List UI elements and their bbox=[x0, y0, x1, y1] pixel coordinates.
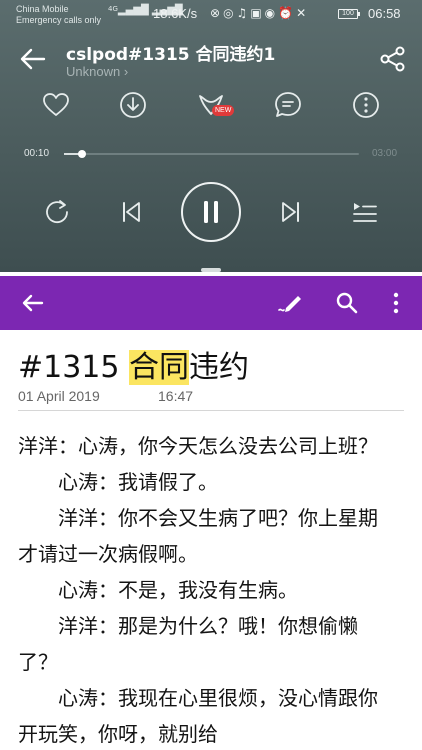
battery-icon: 100 bbox=[338, 9, 360, 19]
notification-icons: ⊗◎♫▣◉⏰✕ bbox=[210, 6, 309, 20]
share-icon bbox=[380, 46, 405, 72]
track-title: cslpod#1315 合同违约1 bbox=[66, 45, 276, 65]
playlist-button[interactable] bbox=[350, 197, 380, 227]
hd-icon: ▣ bbox=[250, 6, 265, 20]
eye-icon: ◉ bbox=[264, 6, 279, 20]
back-arrow-icon bbox=[22, 294, 44, 312]
note-body-text: 洋洋：心涛，你今天怎么没去公司上班？ 心涛：我请假了。 洋洋：你不会又生病了吧？… bbox=[18, 434, 378, 746]
share-button[interactable] bbox=[378, 44, 408, 74]
skip-next-icon bbox=[282, 202, 299, 222]
comments-button[interactable] bbox=[273, 90, 303, 120]
headset-icon: ♫ bbox=[236, 6, 251, 20]
note-content: #1315 合同违约 01 April 2019 16:47 洋洋：心涛，你今天… bbox=[0, 330, 422, 750]
pen-edit-icon bbox=[278, 296, 301, 312]
mute-icon: ✕ bbox=[296, 6, 310, 20]
total-time: 03:00 bbox=[372, 148, 398, 159]
download-icon bbox=[120, 92, 146, 118]
note-date: 01 April 2019 bbox=[18, 388, 100, 404]
search-button[interactable] bbox=[332, 288, 362, 318]
more-options-icon bbox=[353, 92, 379, 118]
new-badge: NEW bbox=[212, 105, 235, 116]
artist-name: Unknown bbox=[66, 64, 121, 79]
heart-icon bbox=[43, 93, 69, 116]
search-icon bbox=[336, 292, 358, 314]
artist-link[interactable]: Unknown › bbox=[66, 64, 128, 79]
playlist-icon bbox=[353, 203, 377, 222]
divider bbox=[18, 410, 404, 411]
player-panel: China Mobile Emergency calls only 4G▂▄▆█… bbox=[0, 0, 422, 272]
repeat-button[interactable] bbox=[42, 197, 72, 227]
back-button[interactable] bbox=[18, 44, 48, 74]
back-arrow-icon bbox=[20, 48, 46, 70]
drag-handle[interactable] bbox=[201, 268, 221, 272]
previous-button[interactable] bbox=[116, 197, 146, 227]
battery-level: 100 bbox=[342, 10, 354, 17]
title-prefix: #1315 bbox=[18, 350, 130, 385]
status-clock: 06:58 bbox=[368, 6, 401, 21]
more-vert-icon bbox=[393, 292, 399, 314]
seek-bar[interactable] bbox=[64, 150, 359, 158]
title-suffix: 违约 bbox=[189, 350, 250, 385]
note-back-button[interactable] bbox=[18, 288, 48, 318]
repeat-icon bbox=[46, 200, 68, 224]
skip-previous-icon bbox=[123, 202, 140, 222]
carrier-name: China Mobile bbox=[16, 4, 69, 14]
status-bar: China Mobile Emergency calls only 4G▂▄▆█… bbox=[0, 0, 422, 30]
emergency-text: Emergency calls only bbox=[16, 15, 102, 25]
note-title: #1315 合同违约 bbox=[18, 342, 249, 386]
network-type: 4G bbox=[108, 5, 118, 13]
comment-icon bbox=[275, 92, 301, 117]
overflow-menu-button[interactable] bbox=[381, 288, 411, 318]
download-button[interactable] bbox=[118, 90, 148, 120]
note-time: 16:47 bbox=[158, 388, 194, 404]
network-speed: 18.6K/s bbox=[153, 6, 198, 21]
edit-button[interactable] bbox=[276, 288, 306, 318]
current-time: 00:10 bbox=[24, 148, 50, 159]
sync-icon: ⊗ bbox=[210, 6, 224, 20]
carrier-info: China Mobile Emergency calls only bbox=[16, 4, 101, 26]
like-button[interactable] bbox=[41, 90, 71, 120]
alarm-icon: ⏰ bbox=[278, 6, 297, 20]
seek-thumb[interactable] bbox=[77, 150, 86, 158]
note-toolbar bbox=[0, 276, 422, 330]
title-highlight: 合同 bbox=[129, 350, 190, 385]
pause-button[interactable] bbox=[181, 182, 241, 242]
next-button[interactable] bbox=[276, 197, 306, 227]
more-button[interactable] bbox=[351, 90, 381, 120]
pause-icon bbox=[204, 201, 218, 223]
whatsapp-icon: ◎ bbox=[223, 6, 237, 20]
chevron-right-icon: › bbox=[123, 64, 129, 79]
